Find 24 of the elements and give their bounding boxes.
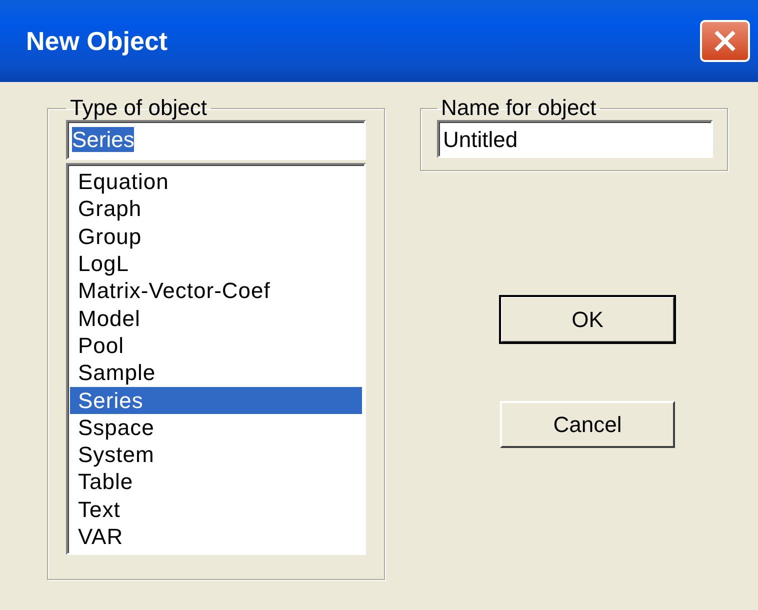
list-item[interactable]: System <box>70 441 362 468</box>
list-item[interactable]: Equation <box>70 168 362 196</box>
window-title: New Object <box>26 24 168 58</box>
type-list[interactable]: Equation Graph Group LogL Matrix-Vector-Coef Model Pool Sample Series Sspace System Table Text VAR <box>66 163 366 556</box>
group-label: Type of object <box>69 96 208 120</box>
group-label: Name for object <box>440 96 598 120</box>
list-item[interactable]: Group <box>70 222 362 250</box>
list-item[interactable]: Text <box>70 496 362 524</box>
list-item[interactable]: VAR <box>70 523 362 550</box>
close-icon <box>713 29 737 53</box>
list-item[interactable]: Model <box>70 304 362 332</box>
list-item[interactable]: Sspace <box>70 414 362 442</box>
name-field[interactable]: Untitled <box>437 120 713 158</box>
list-item[interactable]: Pool <box>70 332 362 360</box>
close-button[interactable] <box>700 20 750 62</box>
ok-button[interactable]: OK <box>500 296 675 343</box>
list-item[interactable]: Series <box>70 386 362 414</box>
cancel-button[interactable]: Cancel <box>500 401 675 448</box>
list-item[interactable]: LogL <box>70 250 362 278</box>
list-item[interactable]: Graph <box>70 195 362 223</box>
type-field[interactable]: Series <box>66 120 366 160</box>
list-item[interactable]: Table <box>70 468 362 496</box>
list-item[interactable]: Sample <box>70 359 362 387</box>
list-item[interactable]: Matrix-Vector-Coef <box>70 277 362 305</box>
